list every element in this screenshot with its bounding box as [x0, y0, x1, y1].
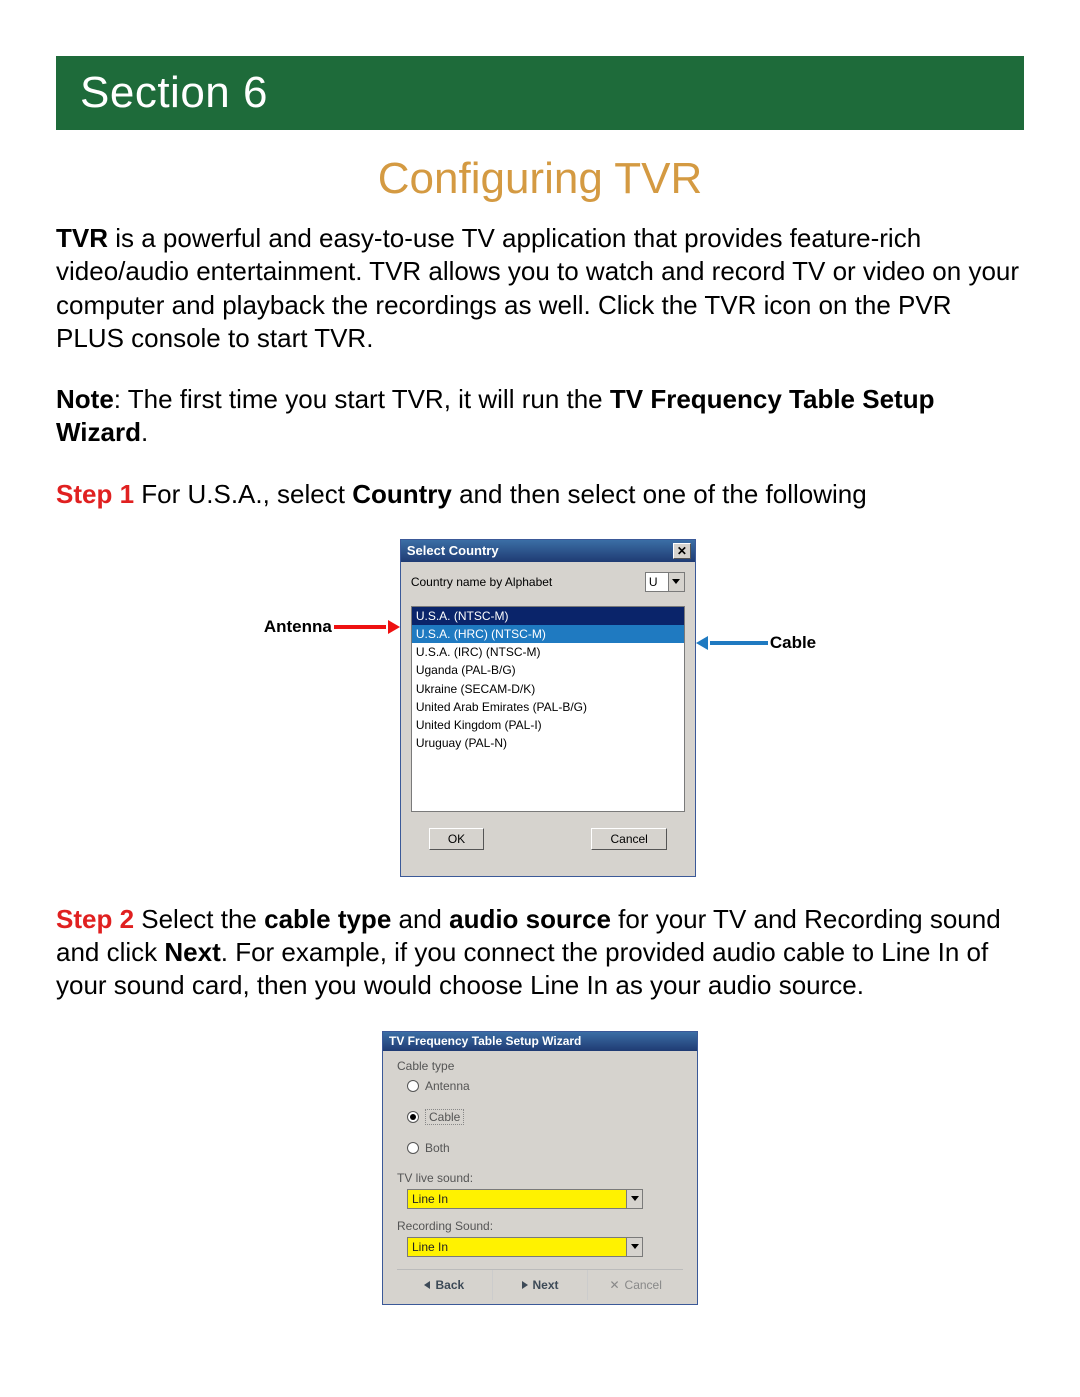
tv-live-sound-combo[interactable]: Line In [407, 1189, 643, 1209]
annotation-antenna: Antenna [264, 617, 400, 637]
next-button[interactable]: Next [493, 1270, 589, 1300]
list-item[interactable]: Uruguay (PAL-N) [412, 734, 684, 752]
annotation-cable-label: Cable [770, 633, 816, 653]
note-text: : The first time you start TVR, it will … [114, 384, 610, 414]
intro-tvr: TVR [56, 223, 108, 253]
dialog1-titlebar[interactable]: Select Country ✕ [401, 540, 695, 562]
chevron-down-icon[interactable] [626, 1238, 642, 1256]
back-label: Back [435, 1278, 464, 1292]
cancel-button[interactable]: Cancel [591, 828, 666, 850]
step2-b3: Next [164, 937, 220, 967]
chevron-down-icon[interactable] [668, 573, 684, 591]
radio-antenna-row[interactable]: Antenna [407, 1079, 683, 1093]
step2-b2: audio source [449, 904, 611, 934]
alphabet-value: U [646, 573, 668, 591]
step1-paragraph: Step 1 For U.S.A., select Country and th… [56, 478, 1024, 511]
step1-b1: Country [352, 479, 452, 509]
dialog1-title: Select Country [407, 543, 499, 558]
list-item[interactable]: Uganda (PAL-B/G) [412, 661, 684, 679]
step2-label: Step 2 [56, 904, 134, 934]
intro-paragraph: TVR is a powerful and easy-to-use TV app… [56, 222, 1024, 355]
page-title: Configuring TVR [56, 154, 1024, 204]
tv-live-sound-value: Line In [408, 1190, 626, 1208]
wizard-nav-row: Back Next ✕ Cancel [397, 1269, 683, 1300]
country-name-label: Country name by Alphabet [411, 575, 552, 589]
section-banner: Section 6 [56, 56, 1024, 130]
arrow-red-line [334, 625, 386, 629]
chevron-right-icon [522, 1281, 528, 1289]
chevron-left-icon [424, 1281, 430, 1289]
cancel-nav-button[interactable]: ✕ Cancel [588, 1270, 683, 1300]
list-item[interactable]: U.S.A. (HRC) (NTSC-M) [412, 625, 684, 643]
close-x-icon: ✕ [609, 1278, 619, 1292]
alphabet-combo[interactable]: U [645, 572, 685, 592]
recording-sound-label: Recording Sound: [397, 1219, 683, 1233]
step2-p1: Select the [134, 904, 264, 934]
tv-frequency-wizard-dialog: TV Frequency Table Setup Wizard Cable ty… [382, 1031, 698, 1305]
chevron-down-icon[interactable] [626, 1190, 642, 1208]
country-listbox[interactable]: U.S.A. (NTSC-M) U.S.A. (HRC) (NTSC-M) U.… [411, 606, 685, 812]
radio-both-label: Both [425, 1141, 450, 1155]
radio-both[interactable] [407, 1142, 419, 1154]
radio-both-row[interactable]: Both [407, 1141, 683, 1155]
intro-text: is a powerful and easy-to-use TV applica… [56, 223, 1019, 353]
step2-paragraph: Step 2 Select the cable type and audio s… [56, 903, 1024, 1003]
list-item[interactable]: United Kingdom (PAL-I) [412, 716, 684, 734]
annotation-antenna-label: Antenna [264, 617, 332, 637]
radio-antenna[interactable] [407, 1080, 419, 1092]
step1-label: Step 1 [56, 479, 134, 509]
annotation-cable: Cable [696, 633, 816, 653]
tv-live-sound-label: TV live sound: [397, 1171, 683, 1185]
cable-type-label: Cable type [397, 1059, 683, 1073]
recording-sound-value: Line In [408, 1238, 626, 1256]
arrow-blue-head [696, 636, 708, 650]
close-icon[interactable]: ✕ [673, 543, 691, 559]
note-label: Note [56, 384, 114, 414]
radio-cable[interactable] [407, 1111, 419, 1123]
cancel-nav-label: Cancel [625, 1278, 662, 1292]
list-item[interactable]: United Arab Emirates (PAL-B/G) [412, 698, 684, 716]
list-item[interactable]: U.S.A. (NTSC-M) [412, 607, 684, 625]
radio-cable-row[interactable]: Cable [407, 1109, 683, 1125]
back-button[interactable]: Back [397, 1270, 493, 1300]
step1-p2: and then select one of the following [452, 479, 867, 509]
list-item[interactable]: Ukraine (SECAM-D/K) [412, 680, 684, 698]
recording-sound-combo[interactable]: Line In [407, 1237, 643, 1257]
dialog2-titlebar[interactable]: TV Frequency Table Setup Wizard [383, 1032, 697, 1051]
radio-antenna-label: Antenna [425, 1079, 470, 1093]
ok-button[interactable]: OK [429, 828, 484, 850]
arrow-red-head [388, 620, 400, 634]
list-item[interactable]: U.S.A. (IRC) (NTSC-M) [412, 643, 684, 661]
next-label: Next [533, 1278, 559, 1292]
arrow-blue-line [710, 641, 768, 645]
step1-p1: For U.S.A., select [134, 479, 352, 509]
step2-p2: and [391, 904, 449, 934]
step2-b1: cable type [264, 904, 391, 934]
note-end: . [141, 417, 148, 447]
note-paragraph: Note: The first time you start TVR, it w… [56, 383, 1024, 450]
radio-cable-label: Cable [425, 1109, 464, 1125]
select-country-dialog: Select Country ✕ Country name by Alphabe… [400, 539, 696, 877]
